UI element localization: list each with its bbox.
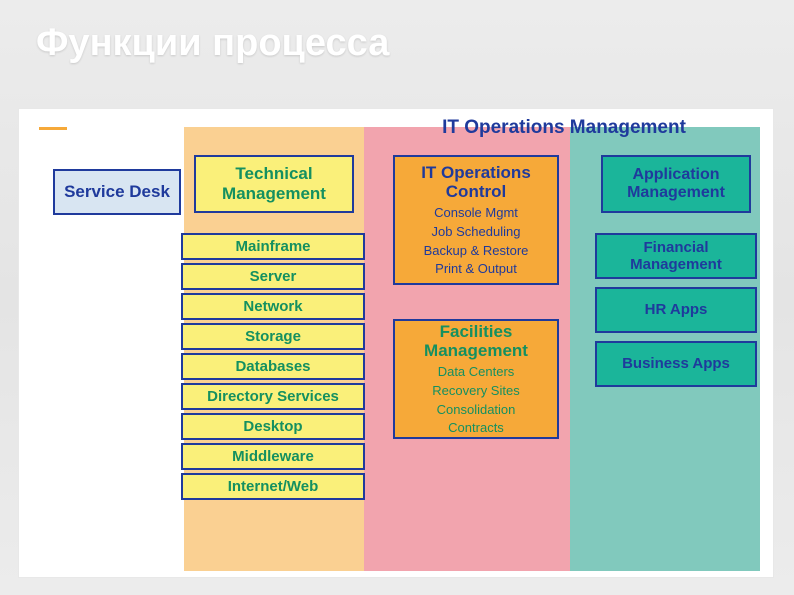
- tech-item-middleware: Middleware: [181, 443, 365, 470]
- tech-item-network: Network: [181, 293, 365, 320]
- fac-sub-consolidation: Consolidation: [437, 403, 516, 418]
- technical-management-box: Technical Management: [194, 155, 354, 213]
- service-desk-label: Service Desk: [64, 182, 170, 202]
- fac-sub-contracts: Contracts: [448, 421, 504, 436]
- application-management-label: Application Management: [603, 166, 749, 203]
- app-item-hr: HR Apps: [595, 287, 757, 333]
- tech-item-directory-services: Directory Services: [181, 383, 365, 410]
- ops-sub-scheduling: Job Scheduling: [432, 225, 521, 240]
- ops-sub-backup: Backup & Restore: [424, 244, 529, 259]
- app-item-business: Business Apps: [595, 341, 757, 387]
- accent-bar: [39, 127, 67, 130]
- slide-title: Функции процесса: [0, 0, 794, 65]
- tech-item-server: Server: [181, 263, 365, 290]
- technical-management-label: Technical Management: [196, 164, 352, 203]
- tech-item-desktop: Desktop: [181, 413, 365, 440]
- tech-item-mainframe: Mainframe: [181, 233, 365, 260]
- diagram-container: IT Operations Management Service Desk Te…: [18, 108, 774, 578]
- fac-sub-datacenters: Data Centers: [438, 365, 515, 380]
- tech-item-databases: Databases: [181, 353, 365, 380]
- fac-sub-recovery: Recovery Sites: [432, 384, 519, 399]
- facilities-management-box: Facilities Management Data Centers Recov…: [393, 319, 559, 439]
- ops-control-title: IT Operations Control: [399, 163, 553, 202]
- ops-sub-console: Console Mgmt: [434, 206, 518, 221]
- service-desk-box: Service Desk: [53, 169, 181, 215]
- diagram-header: IT Operations Management: [354, 117, 774, 139]
- it-operations-control-box: IT Operations Control Console Mgmt Job S…: [393, 155, 559, 285]
- app-item-financial: Financial Management: [595, 233, 757, 279]
- tech-item-internet-web: Internet/Web: [181, 473, 365, 500]
- tech-item-storage: Storage: [181, 323, 365, 350]
- application-management-box: Application Management: [601, 155, 751, 213]
- facilities-title: Facilities Management: [399, 322, 553, 361]
- ops-sub-print: Print & Output: [435, 262, 517, 277]
